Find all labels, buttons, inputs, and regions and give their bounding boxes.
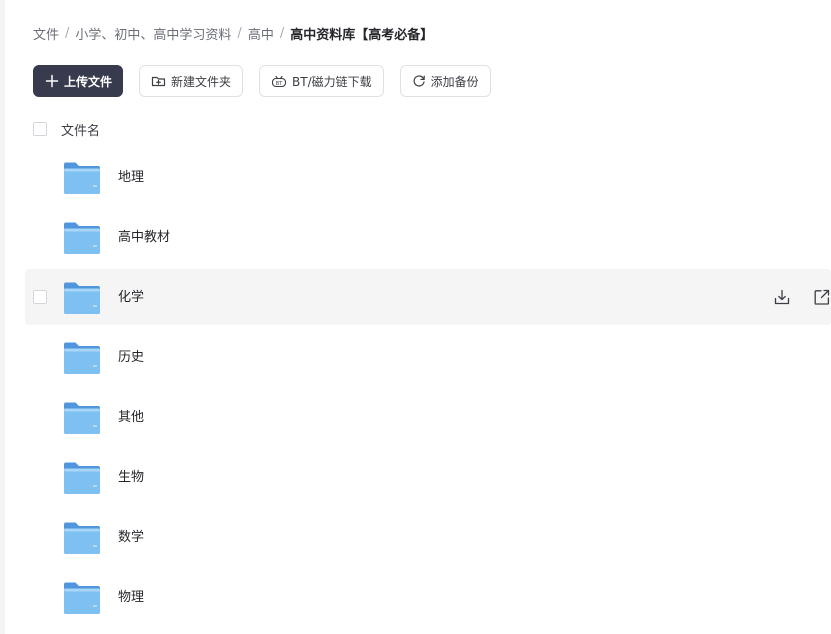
list-item-6[interactable]: 数学 bbox=[25, 509, 831, 565]
breadcrumb-separator: / bbox=[237, 25, 242, 41]
list-item-2[interactable]: 化学 bbox=[25, 269, 831, 325]
row-actions bbox=[751, 288, 831, 306]
bt-magnet-download-label: BT/磁力链下载 bbox=[292, 74, 372, 89]
file-name: 数学 bbox=[118, 530, 145, 545]
file-name: 生物 bbox=[118, 470, 145, 485]
breadcrumb-item-high-school[interactable]: 高中 bbox=[248, 24, 274, 43]
list-item-4[interactable]: 其他 bbox=[25, 389, 831, 445]
folder-icon bbox=[64, 222, 100, 254]
list-header: 文件名 bbox=[33, 118, 100, 140]
list-item-3[interactable]: 历史 bbox=[25, 329, 831, 385]
plus-icon bbox=[45, 74, 59, 88]
file-name: 物理 bbox=[118, 590, 145, 605]
breadcrumb-item-files[interactable]: 文件 bbox=[33, 24, 59, 43]
folder-plus-icon bbox=[151, 74, 166, 88]
breadcrumb-separator: / bbox=[65, 25, 70, 41]
toolbar: 上传文件 新建文件夹 BT BT/磁力链下载 添加备份 bbox=[33, 65, 507, 97]
file-list: 地理 高中教材 化学 历史 其他 生物 数学 物理 bbox=[25, 149, 831, 629]
refresh-icon bbox=[412, 74, 426, 88]
bt-robot-icon: BT bbox=[271, 74, 287, 88]
upload-button-label: 上传文件 bbox=[64, 74, 113, 89]
download-icon[interactable] bbox=[773, 288, 791, 306]
breadcrumb-current: 高中资料库【高考必备】 bbox=[290, 27, 434, 43]
upload-button[interactable]: 上传文件 bbox=[33, 65, 124, 97]
breadcrumb-separator: / bbox=[279, 25, 285, 41]
file-name: 其他 bbox=[118, 410, 145, 425]
breadcrumb-item-study-materials[interactable]: 小学、初中、高中学习资料 bbox=[75, 24, 231, 43]
file-name: 化学 bbox=[118, 290, 145, 305]
bt-magnet-download-button[interactable]: BT BT/磁力链下载 bbox=[259, 65, 384, 97]
breadcrumb: 文件 / 小学、初中、高中学习资料 / 高中 / 高中资料库【高考必备】 bbox=[33, 22, 433, 44]
file-name: 高中教材 bbox=[118, 230, 171, 245]
folder-icon bbox=[64, 282, 100, 314]
select-all-checkbox[interactable] bbox=[33, 122, 47, 136]
column-header-filename[interactable]: 文件名 bbox=[61, 120, 100, 139]
list-item-5[interactable]: 生物 bbox=[25, 449, 831, 505]
file-name: 地理 bbox=[118, 170, 145, 185]
folder-icon bbox=[64, 582, 100, 614]
file-name: 历史 bbox=[118, 350, 145, 365]
list-item-0[interactable]: 地理 bbox=[25, 149, 831, 205]
new-folder-button-label: 新建文件夹 bbox=[171, 74, 232, 89]
list-item-7[interactable]: 物理 bbox=[25, 569, 831, 625]
share-icon[interactable] bbox=[813, 288, 831, 306]
new-folder-button[interactable]: 新建文件夹 bbox=[139, 65, 244, 97]
left-rail bbox=[0, 0, 5, 634]
svg-text:BT: BT bbox=[276, 81, 283, 87]
folder-icon bbox=[64, 162, 100, 194]
list-item-1[interactable]: 高中教材 bbox=[25, 209, 831, 265]
add-backup-button[interactable]: 添加备份 bbox=[399, 65, 491, 97]
folder-icon bbox=[64, 522, 100, 554]
folder-icon bbox=[64, 402, 100, 434]
folder-icon bbox=[64, 462, 100, 494]
row-checkbox[interactable] bbox=[33, 290, 47, 304]
folder-icon bbox=[64, 342, 100, 374]
add-backup-label: 添加备份 bbox=[430, 74, 479, 89]
